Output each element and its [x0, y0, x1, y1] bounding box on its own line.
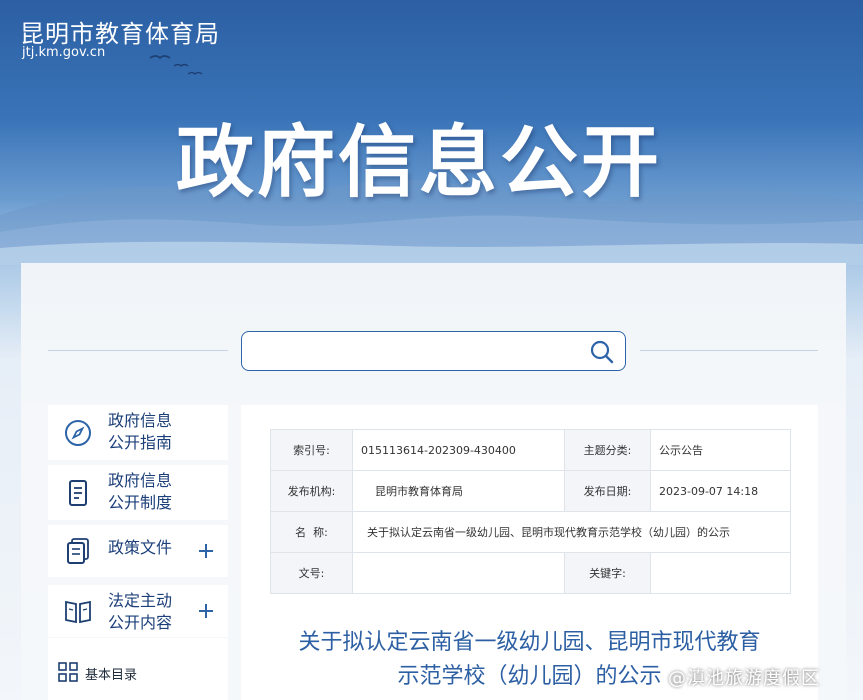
category-label: 主题分类:	[564, 429, 651, 471]
search-box	[241, 331, 626, 371]
sidebar-item-label: 法定主动 公开内容	[108, 591, 173, 632]
date-label: 发布日期:	[564, 470, 651, 512]
book-icon	[65, 600, 91, 624]
divider-left	[48, 350, 228, 351]
publisher-value: 昆明市教育体育局	[352, 470, 565, 512]
grid-icon	[58, 662, 78, 682]
compass-icon	[65, 419, 91, 446]
sidebar-item-statutory[interactable]: 法定主动 公开内容	[48, 585, 228, 637]
table-row: 文号: 关键字:	[270, 552, 791, 594]
sidebar-subitem-label: 基本目录	[85, 668, 138, 683]
document-icon	[69, 479, 87, 506]
content-area: 索引号: 015113614-202309-430400 主题分类: 公示公告 …	[241, 405, 818, 700]
hero-title: 政府信息公开	[176, 118, 663, 208]
sidebar-item-label: 政府信息 公开指南	[108, 411, 173, 452]
watermark: @滇池旅游度假区	[668, 668, 820, 689]
name-label: 名 称:	[270, 511, 353, 553]
index-value: 015113614-202309-430400	[352, 429, 565, 471]
metadata-table: 索引号: 015113614-202309-430400 主题分类: 公示公告 …	[270, 429, 791, 594]
sidebar-item-label: 政策文件	[108, 538, 173, 557]
site-url[interactable]: jtj.km.gov.cn	[22, 45, 105, 60]
keywords-value	[650, 552, 791, 594]
search-icon[interactable]	[589, 339, 615, 365]
plus-icon[interactable]	[198, 603, 214, 619]
category-value: 公示公告	[650, 429, 791, 471]
table-row: 发布机构: 昆明市教育体育局 发布日期: 2023-09-07 14:18	[270, 470, 791, 512]
plus-icon[interactable]	[198, 543, 214, 559]
search-input[interactable]	[252, 338, 572, 364]
doc-no-label: 文号:	[270, 552, 353, 594]
site-name[interactable]: 昆明市教育体育局	[20, 14, 220, 49]
sidebar-item-system[interactable]: 政府信息 公开制度	[48, 465, 228, 520]
publisher-label: 发布机构:	[270, 470, 353, 512]
keywords-label: 关键字:	[564, 552, 651, 594]
table-row: 名 称: 关于拟认定云南省一级幼儿园、昆明市现代教育示范学校（幼儿园）的公示	[270, 511, 791, 553]
sidebar-subitem-catalog[interactable]: 基本目录	[48, 638, 228, 700]
header-banner: 昆明市教育体育局 jtj.km.gov.cn 政府信息公开	[0, 0, 863, 265]
sidebar-item-guide[interactable]: 政府信息 公开指南	[48, 405, 228, 460]
index-label: 索引号:	[270, 429, 353, 471]
table-row: 索引号: 015113614-202309-430400 主题分类: 公示公告	[270, 429, 791, 471]
files-icon	[67, 538, 89, 564]
article-title-line1: 关于拟认定云南省一级幼儿园、昆明市现代教育	[298, 630, 761, 655]
date-value: 2023-09-07 14:18	[650, 470, 791, 512]
sidebar-item-policy[interactable]: 政策文件	[48, 525, 228, 577]
doc-no-value	[352, 552, 565, 594]
divider-right	[640, 350, 818, 351]
sidebar-item-label: 政府信息 公开制度	[108, 471, 173, 512]
birds-icon	[149, 55, 203, 75]
name-value: 关于拟认定云南省一级幼儿园、昆明市现代教育示范学校（幼儿园）的公示	[352, 511, 791, 553]
